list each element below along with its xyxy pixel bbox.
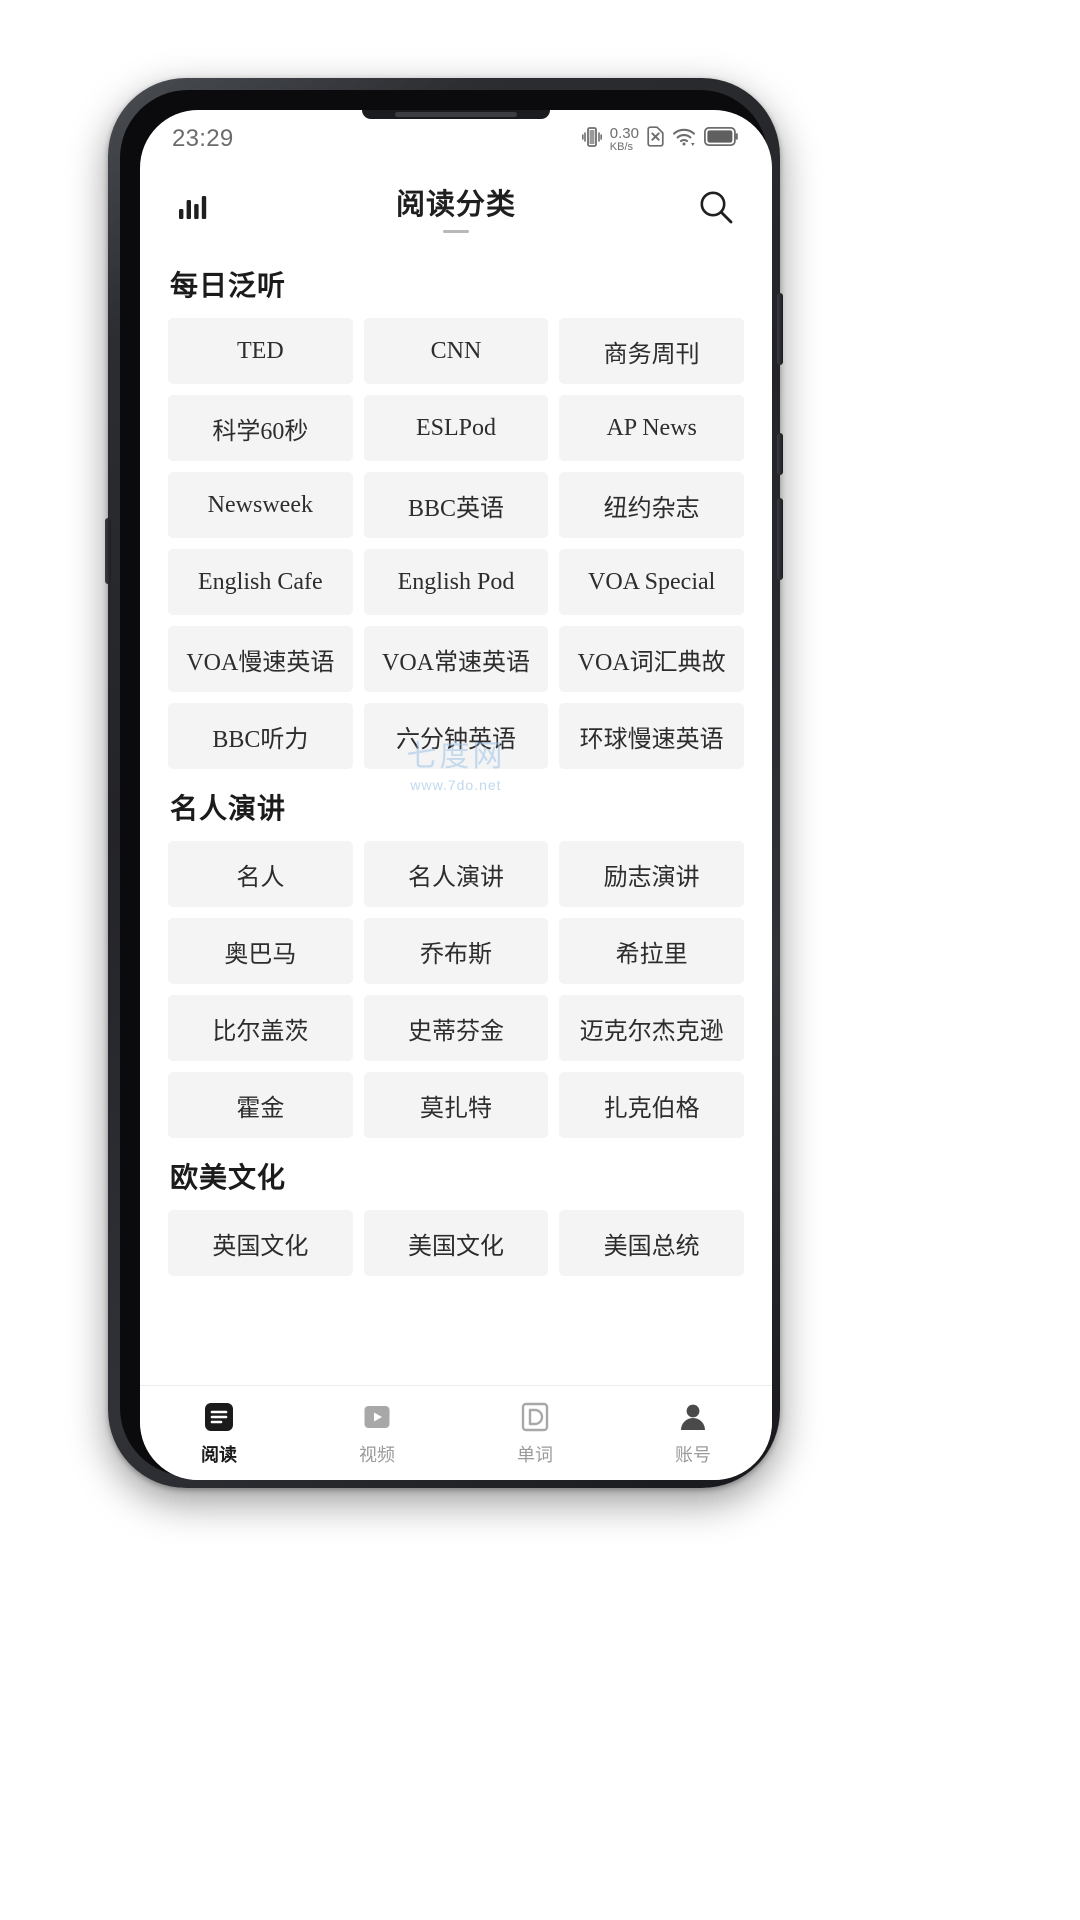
volume-down-button[interactable] [777,498,783,580]
app-bar: 阅读分类 [140,168,772,246]
category-chip[interactable]: 史蒂芬金 [363,995,549,1061]
category-chip[interactable]: 莫扎特 [363,1072,549,1138]
category-chip[interactable]: VOA慢速英语 [168,626,353,692]
category-chip[interactable]: BBC听力 [168,703,353,769]
tab-video-label: 视频 [359,1445,395,1465]
volume-up-button[interactable] [777,433,783,475]
category-chip[interactable]: 美国总统 [559,1210,744,1276]
category-chip[interactable]: Newsweek [168,472,353,538]
tab-reading-label: 阅读 [201,1445,237,1465]
category-grid: TED CNN 商务周刊科学60秒 ESLPod AP News Newsweek BBC英… [168,318,744,769]
category-grid: 名人 名人演讲 励志演讲奥巴马 乔布斯 希拉里比尔盖茨 史蒂芬金 迈克尔杰克逊霍金 莫扎特 扎克… [168,841,744,1138]
section-title: 欧美文化 [170,1162,287,1193]
phone-bezel: 23:29 0.30 KB/s 阅读分类 每日泛听 TED CNN 商务周刊 科… [120,90,772,1480]
status-icon-group: 0.30 KB/s [581,126,738,153]
category-chip[interactable]: 美国文化 [363,1210,549,1276]
category-chip[interactable]: 六分钟英语 [363,703,549,769]
category-chip[interactable]: ESLPod [363,395,549,461]
tab-reading[interactable]: 阅读 [140,1399,298,1467]
category-chip[interactable]: 名人演讲 [363,841,549,907]
category-scroll-area[interactable]: 每日泛听 TED CNN 商务周刊科学60秒 ESLPod AP News Newsweek… [140,246,772,1385]
category-chip[interactable]: 比尔盖茨 [168,995,353,1061]
category-chip[interactable]: 环球慢速英语 [559,703,744,769]
search-icon[interactable] [690,181,742,233]
category-chip[interactable]: 英国文化 [168,1210,353,1276]
category-chip[interactable]: 扎克伯格 [559,1072,744,1138]
category-chip[interactable]: BBC英语 [363,472,549,538]
tab-video[interactable]: 视频 [298,1399,456,1467]
network-speed-value: 0.30 [609,124,639,142]
reading-list-icon [201,1399,237,1435]
page-title-underline [443,230,469,233]
tab-account-label: 账号 [675,1445,711,1465]
network-speed-unit: KB/s [609,140,634,153]
phone-device-frame: 23:29 0.30 KB/s 阅读分类 每日泛听 TED CNN 商务周刊 科… [105,78,783,1488]
earpiece-speaker [395,112,517,117]
person-icon [675,1399,711,1435]
category-chip[interactable]: 希拉里 [559,918,744,984]
bottom-tab-bar: 阅读 视频 单词 账号 [140,1385,772,1480]
category-chip[interactable]: English Cafe [168,549,353,615]
category-chip[interactable]: 迈克尔杰克逊 [559,995,744,1061]
category-chip[interactable]: 名人 [168,841,353,907]
vibrate-icon [581,126,602,153]
category-chip[interactable]: AP News [559,395,744,461]
section-title: 名人演讲 [170,793,287,824]
category-chip[interactable]: 乔布斯 [363,918,549,984]
category-chip[interactable]: VOA常速英语 [363,626,549,692]
category-chip[interactable]: VOA词汇典故 [559,626,744,692]
battery-icon [703,126,738,151]
category-grid: 英国文化 美国文化 美国总统 [168,1210,744,1276]
category-chip[interactable]: CNN [363,318,549,384]
power-button[interactable] [777,293,783,365]
no-sim-icon [647,126,664,152]
phone-screen: 23:29 0.30 KB/s 阅读分类 每日泛听 TED CNN 商务周刊 科… [140,110,772,1480]
category-chip[interactable]: 商务周刊 [559,318,744,384]
video-play-icon [359,1399,395,1435]
tab-account[interactable]: 账号 [614,1399,772,1467]
category-chip[interactable]: VOA Special [559,549,744,615]
section-list: 每日泛听 TED CNN 商务周刊科学60秒 ESLPod AP News Newsweek… [168,264,744,1276]
status-time: 23:29 [172,125,234,152]
category-chip[interactable]: TED [168,318,353,384]
assistant-button[interactable] [105,518,111,584]
bar-chart-icon[interactable] [168,181,220,233]
category-chip[interactable]: 奥巴马 [168,918,353,984]
section-title: 每日泛听 [170,270,287,301]
tab-words[interactable]: 单词 [456,1399,614,1467]
wifi-icon [672,127,696,152]
dictionary-icon [517,1399,553,1435]
notch [362,110,550,119]
category-chip[interactable]: 霍金 [168,1072,353,1138]
page-title-text: 阅读分类 [395,189,516,221]
screenshot-canvas: 23:29 0.30 KB/s 阅读分类 每日泛听 TED CNN 商务周刊 科… [0,0,1080,1920]
category-chip[interactable]: 励志演讲 [559,841,744,907]
page-title: 阅读分类 [140,181,772,233]
category-chip[interactable]: 科学60秒 [168,395,353,461]
category-chip[interactable]: 纽约杂志 [559,472,744,538]
tab-words-label: 单词 [517,1445,553,1465]
category-chip[interactable]: English Pod [363,549,549,615]
network-speed-indicator: 0.30 KB/s [610,126,639,153]
